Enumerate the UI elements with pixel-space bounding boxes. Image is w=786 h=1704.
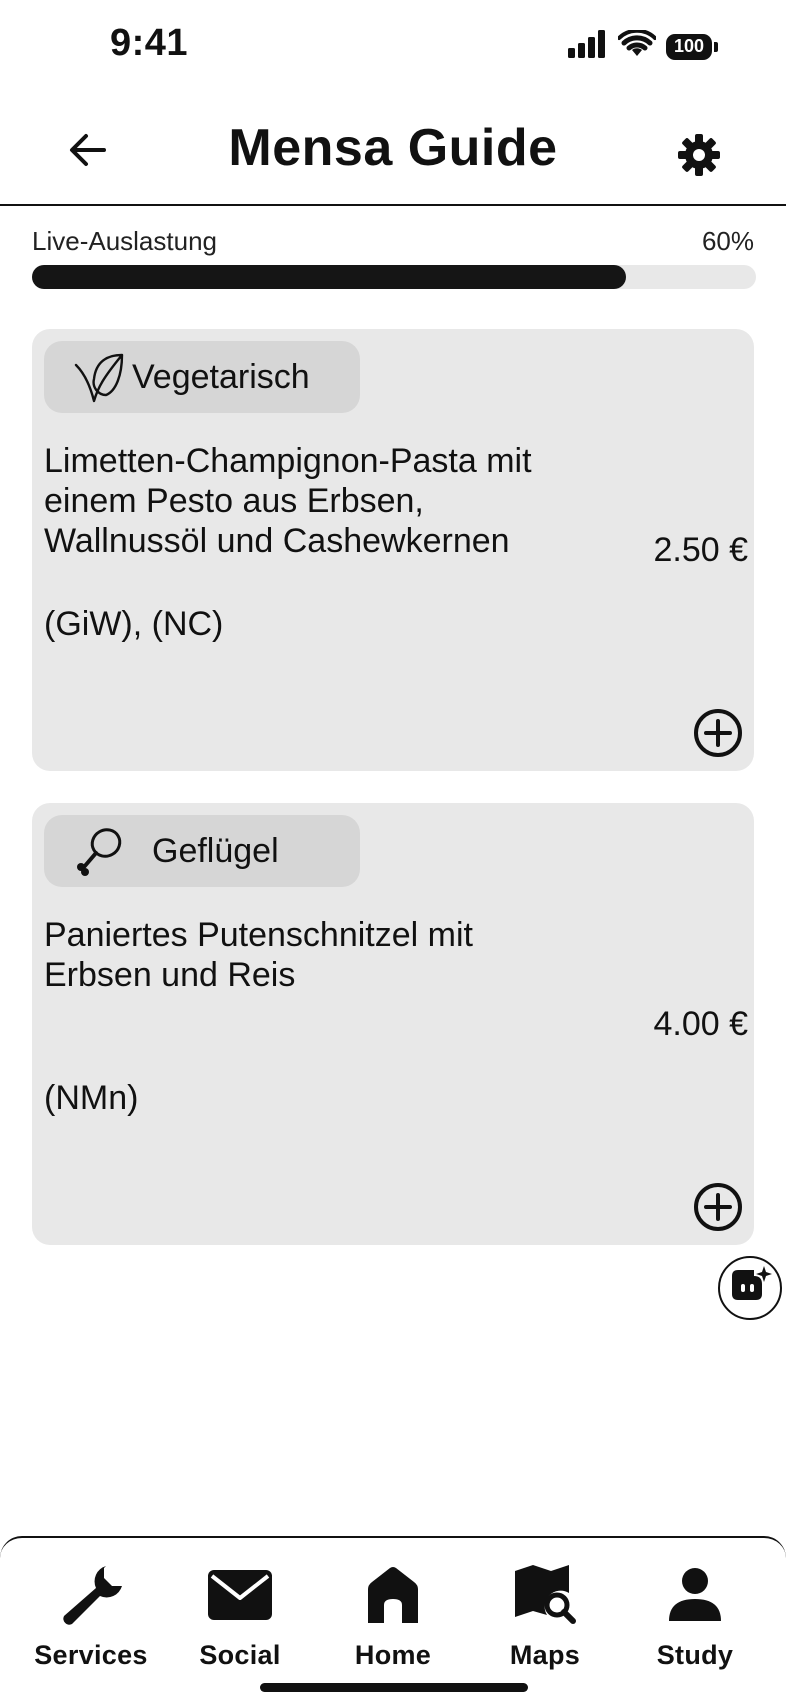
utilization-value: 60%: [701, 226, 754, 256]
home-icon: [355, 1560, 431, 1630]
signal-icon: [568, 30, 608, 63]
category-badge: Geflügel: [44, 815, 360, 887]
leaf-icon: [72, 349, 128, 405]
meal-card[interactable]: Vegetarisch Limetten-Champignon-Pasta mi…: [32, 329, 754, 771]
nav-item-social[interactable]: Social: [165, 1560, 315, 1671]
wrench-icon: [53, 1560, 129, 1630]
dish-price: 2.50 €: [653, 531, 748, 569]
nav-item-home[interactable]: Home: [318, 1560, 468, 1671]
person-icon: [657, 1560, 733, 1630]
category-badge: Vegetarisch: [44, 341, 360, 413]
nav-item-services[interactable]: Services: [16, 1560, 166, 1671]
battery-icon: 100: [666, 33, 718, 60]
mail-icon: [202, 1560, 278, 1630]
plus-circle-icon: [693, 1182, 743, 1237]
utilization-label: Live-Auslastung: [32, 226, 217, 256]
settings-button[interactable]: [672, 130, 726, 184]
dish-allergen-codes: (NMn): [44, 1079, 139, 1117]
meal-card[interactable]: Geflügel Paniertes Putenschnitzel mit Er…: [32, 803, 754, 1245]
utilization-progress-bar: [32, 265, 756, 289]
add-meal-button[interactable]: [692, 708, 744, 763]
nav-item-maps[interactable]: Maps: [470, 1560, 620, 1671]
page-title: Mensa Guide: [228, 119, 558, 177]
dish-price: 4.00 €: [653, 1005, 748, 1043]
nav-label: Home: [354, 1640, 432, 1670]
utilization-progress-fill: [32, 265, 626, 289]
nav-label: Study: [656, 1640, 734, 1670]
bottom-navigation: Services Social Home Maps Study: [0, 1536, 786, 1704]
gear-icon: [677, 133, 721, 182]
nav-label: Social: [199, 1640, 281, 1670]
plus-circle-icon: [693, 708, 743, 763]
map-search-icon: [507, 1560, 583, 1630]
category-label: Geflügel: [152, 831, 279, 870]
status-time: 9:41: [110, 22, 189, 64]
status-icons: 100: [568, 28, 718, 63]
assistant-chat-button[interactable]: [718, 1256, 782, 1320]
wifi-icon: [617, 28, 657, 63]
dish-name: Paniertes Putenschnitzel mit Erbsen und …: [44, 916, 473, 994]
dish-allergen-codes: (GiW), (NC): [44, 605, 224, 643]
chat-sparkle-icon: [728, 1265, 772, 1311]
nav-label: Services: [34, 1640, 148, 1670]
nav-label: Maps: [509, 1640, 581, 1670]
header-divider: [0, 204, 786, 206]
dish-name: Limetten-Champignon-Pasta mit einem Pest…: [44, 442, 532, 560]
nav-item-study[interactable]: Study: [620, 1560, 770, 1671]
add-meal-button[interactable]: [692, 1182, 744, 1237]
drumstick-icon: [72, 823, 128, 879]
category-label: Vegetarisch: [132, 357, 310, 396]
home-indicator: [260, 1683, 528, 1692]
